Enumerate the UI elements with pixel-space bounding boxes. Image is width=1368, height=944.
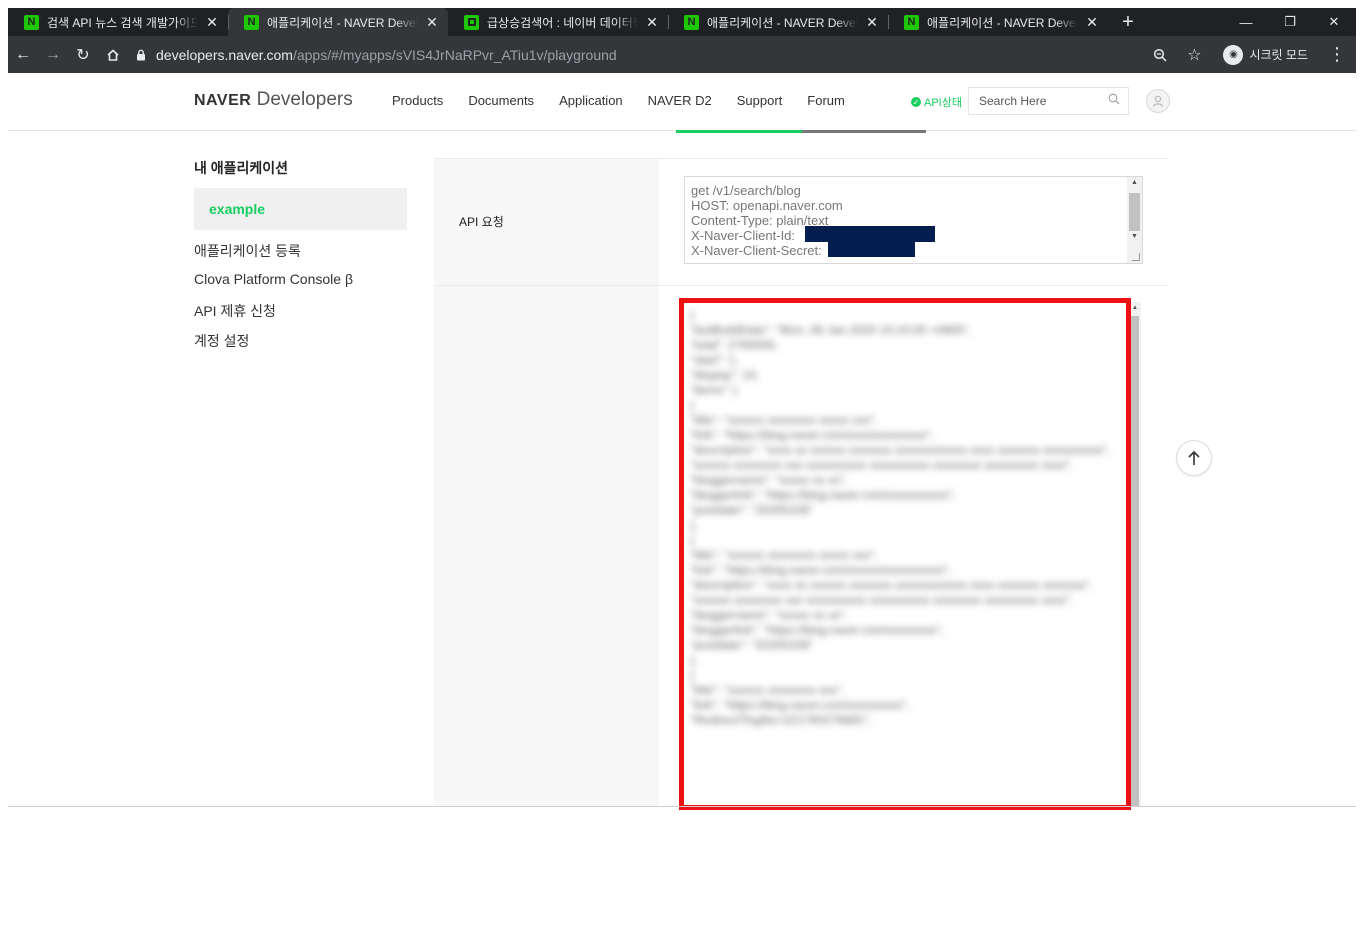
nav-products[interactable]: Products: [392, 93, 443, 108]
datalab-favicon-icon: [464, 14, 479, 30]
api-response-textarea[interactable]: { "lastBuildDate": "Mon, 06 Jan 2020 10:…: [684, 302, 1143, 806]
tab-title: 검색 API 뉴스 검색 개발가이드: [47, 15, 198, 30]
nav-naver-d2[interactable]: NAVER D2: [648, 93, 712, 108]
url-host: developers.naver.com: [156, 46, 293, 63]
scroll-down-icon[interactable]: ▼: [1127, 233, 1142, 240]
scrollbar-thumb[interactable]: [1131, 316, 1139, 806]
user-avatar[interactable]: [1146, 89, 1170, 113]
tab-title: 애플리케이션 - NAVER Developers: [927, 15, 1078, 30]
resize-handle-icon[interactable]: [1132, 253, 1140, 261]
tab-title: 급상승검색어 : 네이버 데이터랩: [487, 15, 638, 30]
api-status-link[interactable]: ✓ API상태: [911, 94, 962, 110]
api-status-label: API상태: [924, 97, 962, 109]
browser-tab[interactable]: N 애플리케이션 - NAVER Developers ✕: [668, 8, 888, 36]
nav-active-indicator: [676, 130, 802, 133]
window-controls: — ❐ ✕: [1224, 8, 1356, 36]
lock-icon: [134, 49, 148, 61]
scroll-up-icon[interactable]: ▲: [1127, 179, 1142, 186]
incognito-label: 시크릿 모드: [1249, 48, 1308, 62]
tab-close-icon[interactable]: ✕: [644, 14, 660, 30]
tab-close-icon[interactable]: ✕: [424, 14, 440, 30]
scroll-to-top-button[interactable]: [1176, 440, 1212, 476]
url-path: /apps/#/myapps/sVIS4JrNaRPvr_ATiu1v/play…: [292, 46, 617, 63]
table-label-column: [434, 159, 659, 806]
response-scrollbar[interactable]: ▲: [1129, 302, 1141, 806]
nav-application[interactable]: Application: [559, 93, 623, 108]
naver-developers-logo[interactable]: NAVER Developers: [194, 89, 353, 111]
nav-forum[interactable]: Forum: [807, 93, 845, 108]
site-header: NAVER Developers Products Documents Appl…: [8, 73, 1356, 133]
nav-hover-indicator: [802, 130, 926, 133]
naver-favicon-icon: N: [24, 14, 39, 30]
tab-close-icon[interactable]: ✕: [204, 14, 220, 30]
reload-icon[interactable]: ↻: [68, 40, 98, 70]
search-icon[interactable]: [1108, 92, 1120, 110]
browser-tab[interactable]: N 검색 API 뉴스 검색 개발가이드 ✕: [8, 8, 228, 36]
global-nav: Products Documents Application NAVER D2 …: [392, 93, 870, 108]
naver-favicon-icon: N: [684, 14, 699, 30]
logo-suffix: Developers: [256, 89, 353, 110]
browser-tabstrip: N 검색 API 뉴스 검색 개발가이드 ✕ N 애플리케이션 - NAVER Deve…: [8, 8, 1356, 36]
check-icon: ✓: [911, 97, 921, 107]
logo-brand: NAVER: [194, 92, 252, 109]
sidebar-item-clova-console[interactable]: Clova Platform Console β: [194, 271, 353, 287]
close-window-icon[interactable]: ✕: [1312, 8, 1356, 36]
naver-favicon-icon: N: [904, 14, 919, 30]
address-bar[interactable]: developers.naver.com/apps/#/myapps/sVIS4…: [134, 40, 1145, 70]
nav-documents[interactable]: Documents: [468, 93, 534, 108]
request-scrollbar[interactable]: ▲ ▼: [1127, 177, 1142, 263]
site-search: [968, 87, 1129, 115]
zoom-icon[interactable]: [1145, 40, 1175, 70]
browser-tab[interactable]: 급상승검색어 : 네이버 데이터랩 ✕: [448, 8, 668, 36]
sidebar-item-account-settings[interactable]: 계정 설정: [194, 331, 249, 351]
restore-icon[interactable]: ❐: [1268, 8, 1312, 36]
naver-favicon-icon: N: [244, 14, 259, 30]
incognito-indicator[interactable]: ◉ 시크릿 모드: [1213, 42, 1318, 68]
tab-close-icon[interactable]: ✕: [864, 14, 880, 30]
back-icon[interactable]: ←: [8, 40, 38, 70]
minimize-icon[interactable]: —: [1224, 8, 1268, 36]
redacted-client-secret: [828, 241, 915, 257]
table-row-divider: [434, 285, 1168, 286]
scroll-up-icon[interactable]: ▲: [1129, 305, 1141, 311]
incognito-icon: ◉: [1223, 44, 1244, 65]
home-icon[interactable]: [98, 40, 128, 70]
viewport-bottom-line: [8, 806, 1356, 807]
arrow-up-icon: [1188, 450, 1200, 465]
api-request-textarea[interactable]: get /v1/search/blog HOST: openapi.naver.…: [684, 176, 1143, 264]
browser-tab[interactable]: N 애플리케이션 - NAVER Developers ✕: [888, 8, 1108, 36]
bookmark-star-icon[interactable]: ☆: [1179, 40, 1209, 70]
sidebar-item-example[interactable]: example: [194, 188, 407, 230]
sidebar-item-register-app[interactable]: 애플리케이션 등록: [194, 241, 301, 261]
forward-icon[interactable]: →: [38, 40, 68, 70]
tab-close-icon[interactable]: ✕: [1084, 14, 1100, 30]
search-input[interactable]: [979, 94, 1108, 108]
browser-toolbar: ← → ↻ developers.naver.com/apps/#/myapps…: [8, 36, 1356, 73]
nav-support[interactable]: Support: [737, 93, 783, 108]
scrollbar-thumb[interactable]: [1129, 193, 1140, 231]
api-request-label: API 요청: [459, 215, 504, 229]
tab-title: 애플리케이션 - NAVER Developers: [267, 15, 418, 30]
api-response-text: { "lastBuildDate": "Mon, 06 Jan 2020 10:…: [690, 308, 1111, 727]
sidebar-title: 내 애플리케이션: [194, 160, 289, 176]
new-tab-button[interactable]: +: [1114, 8, 1142, 36]
tab-title: 애플리케이션 - NAVER Developers: [707, 15, 858, 30]
redacted-client-id: [805, 226, 935, 242]
browser-menu-icon[interactable]: ⋮: [1322, 40, 1352, 70]
sidebar-item-api-partnership[interactable]: API 제휴 신청: [194, 301, 276, 321]
browser-tab[interactable]: N 애플리케이션 - NAVER Developers ✕: [228, 8, 448, 36]
